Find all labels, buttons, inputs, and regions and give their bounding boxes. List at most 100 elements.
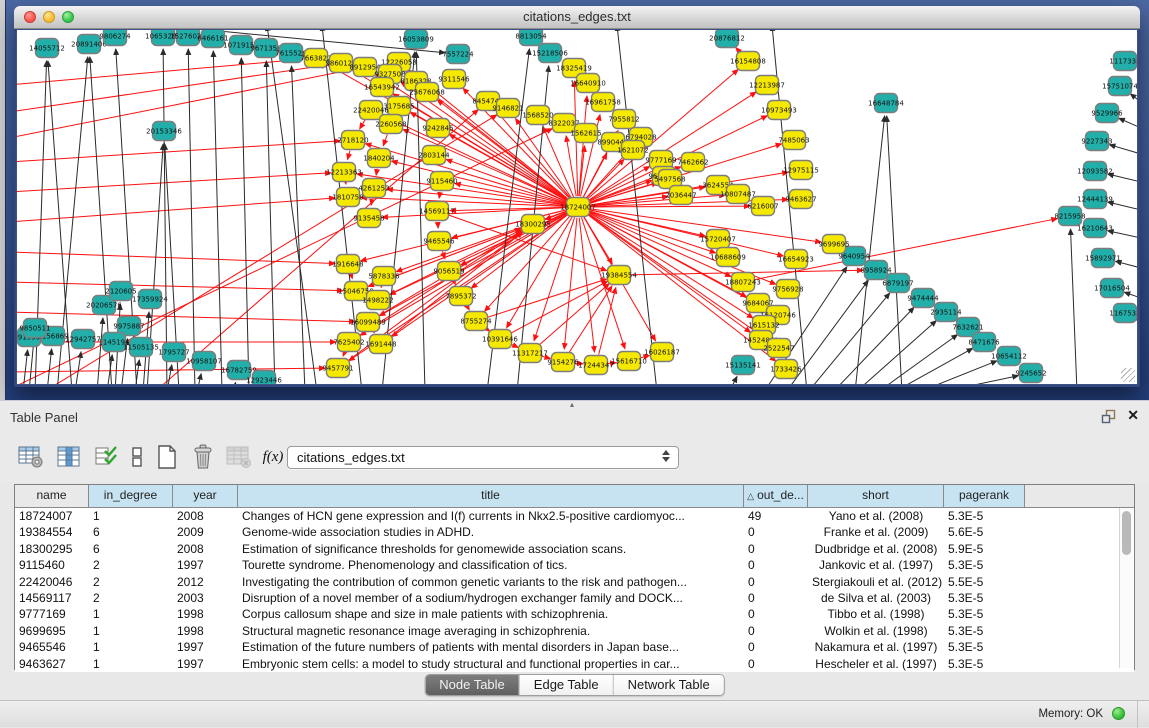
column-header-year[interactable]: year [173,485,238,507]
table-row[interactable]: 946554611997Estimation of the future num… [15,639,1134,655]
table-cell[interactable]: Disruption of a novel member of a sodium… [238,590,744,606]
table-cell[interactable]: 2 [89,590,173,606]
table-cell[interactable]: 1 [89,508,173,524]
table-cell[interactable]: 1998 [173,606,238,622]
table-row[interactable]: 946362711997Embryonic stem cells: a mode… [15,656,1134,672]
column-header-out-de-[interactable]: △out_de... [744,485,808,507]
table-cell[interactable]: Estimation of significance thresholds fo… [238,541,744,557]
table-cell[interactable]: 0 [744,541,808,557]
table-cell[interactable]: Changes of HCN gene expression and I(f) … [238,508,744,524]
table-cell[interactable]: 1 [89,623,173,639]
table-cell[interactable]: 1998 [173,623,238,639]
table-cell[interactable]: 0 [744,656,808,672]
table-cell[interactable]: Hescheler et al. (1997) [808,656,944,672]
table-cell[interactable]: 5.3E-5 [944,557,1025,573]
table-cell[interactable]: Nakamura et al. (1997) [808,639,944,655]
table-cell[interactable]: Yano et al. (2008) [808,508,944,524]
table-cell[interactable]: de Silva et al. (2003) [808,590,944,606]
table-cell[interactable]: 0 [744,557,808,573]
table-cell[interactable]: Genome-wide association studies in ADHD. [238,524,744,540]
column-header-in-degree[interactable]: in_degree [89,485,173,507]
table-cell[interactable]: Investigating the contribution of common… [238,574,744,590]
table-cell[interactable]: 5.3E-5 [944,606,1025,622]
table-cell[interactable]: 2003 [173,590,238,606]
table-cell[interactable]: 0 [744,606,808,622]
table-cell[interactable]: 2009 [173,524,238,540]
cell-pair-icon[interactable] [122,442,152,472]
table-cell[interactable]: Tibbo et al. (1998) [808,606,944,622]
table-cell[interactable]: Embryonic stem cells: a model to study s… [238,656,744,672]
table-cell[interactable]: Corpus callosum shape and size in male p… [238,606,744,622]
table-cell[interactable]: 5.5E-5 [944,574,1025,590]
float-panel-icon[interactable] [1101,409,1117,425]
table-cell[interactable]: 6 [89,524,173,540]
table-cell[interactable]: 14569117 [15,590,89,606]
table-vertical-scrollbar[interactable] [1119,508,1133,668]
table-cell[interactable]: 1997 [173,639,238,655]
network-canvas[interactable]: 1405571220891406980627410653287152760218… [16,29,1138,385]
table-cell[interactable]: 5.9E-5 [944,541,1025,557]
function-builder-icon[interactable]: f(x) [258,442,288,472]
table-cell[interactable]: 1 [89,656,173,672]
table-cell[interactable]: 0 [744,623,808,639]
table-cell[interactable]: 9777169 [15,606,89,622]
table-cell[interactable]: 2012 [173,574,238,590]
minimize-window-button[interactable] [43,11,55,23]
splitter-handle-icon[interactable]: ▴ [570,401,574,409]
table-row[interactable]: 1456911722003Disruption of a novel membe… [15,590,1134,606]
table-row[interactable]: 2242004622012Investigating the contribut… [15,574,1134,590]
delete-rows-trash-icon[interactable] [188,442,218,472]
table-cell[interactable]: 9699695 [15,623,89,639]
table-cell[interactable]: 5.3E-5 [944,656,1025,672]
table-cell[interactable]: 5.3E-5 [944,623,1025,639]
column-header-title[interactable]: title [238,485,744,507]
table-row[interactable]: 1830029562008Estimation of significance … [15,541,1134,557]
table-cell[interactable]: 9465546 [15,639,89,655]
tab-node-table[interactable]: Node Table [425,675,519,695]
column-visibility-icon[interactable] [54,442,84,472]
column-header-pagerank[interactable]: pagerank [944,485,1025,507]
table-row[interactable]: 911546021997Tourette syndrome. Phenomeno… [15,557,1134,573]
table-row[interactable]: 969969511998Structural magnetic resonanc… [15,623,1134,639]
new-table-icon[interactable] [152,442,182,472]
table-cell[interactable]: 2 [89,557,173,573]
table-cell[interactable]: 0 [744,524,808,540]
tab-edge-table[interactable]: Edge Table [519,675,613,695]
zoom-window-button[interactable] [62,11,74,23]
table-cell[interactable]: 1 [89,639,173,655]
table-cell[interactable]: 5.6E-5 [944,524,1025,540]
table-row[interactable]: 977716911998Corpus callosum shape and si… [15,606,1134,622]
table-cell[interactable]: 49 [744,508,808,524]
table-cell[interactable]: 19384554 [15,524,89,540]
table-select-dropdown[interactable]: citations_edges.txt [287,446,679,469]
table-cell[interactable]: 9115460 [15,557,89,573]
table-cell[interactable]: 1997 [173,656,238,672]
close-window-button[interactable] [24,11,36,23]
table-cell[interactable]: Structural magnetic resonance image aver… [238,623,744,639]
column-header-name[interactable]: name [15,485,89,507]
network-window-titlebar[interactable]: citations_edges.txt [14,6,1140,29]
table-cell[interactable]: 2008 [173,508,238,524]
table-cell[interactable]: 22420046 [15,574,89,590]
scrollbar-thumb[interactable] [1122,511,1131,555]
table-cell[interactable]: 0 [744,639,808,655]
table-cell[interactable]: 18724007 [15,508,89,524]
table-cell[interactable]: 2008 [173,541,238,557]
table-cell[interactable]: 0 [744,590,808,606]
table-cell[interactable]: Wolkin et al. (1998) [808,623,944,639]
table-row[interactable]: 1938455462009Genome-wide association stu… [15,524,1134,540]
table-cell[interactable]: 18300295 [15,541,89,557]
table-cell[interactable]: 6 [89,541,173,557]
table-cell[interactable]: Franke et al. (2009) [808,524,944,540]
table-cell[interactable]: Dudbridge et al. (2008) [808,541,944,557]
table-cell[interactable]: 2 [89,574,173,590]
table-cell[interactable]: Jankovic et al. (1997) [808,557,944,573]
table-cell[interactable]: 0 [744,574,808,590]
window-resize-grip[interactable] [1121,368,1135,382]
table-cell[interactable]: 1997 [173,557,238,573]
table-cell[interactable]: 1 [89,606,173,622]
table-cell[interactable]: 9463627 [15,656,89,672]
tab-network-table[interactable]: Network Table [613,675,724,695]
table-row[interactable]: 1872400712008Changes of HCN gene express… [15,508,1134,524]
table-cell[interactable]: 5.3E-5 [944,590,1025,606]
